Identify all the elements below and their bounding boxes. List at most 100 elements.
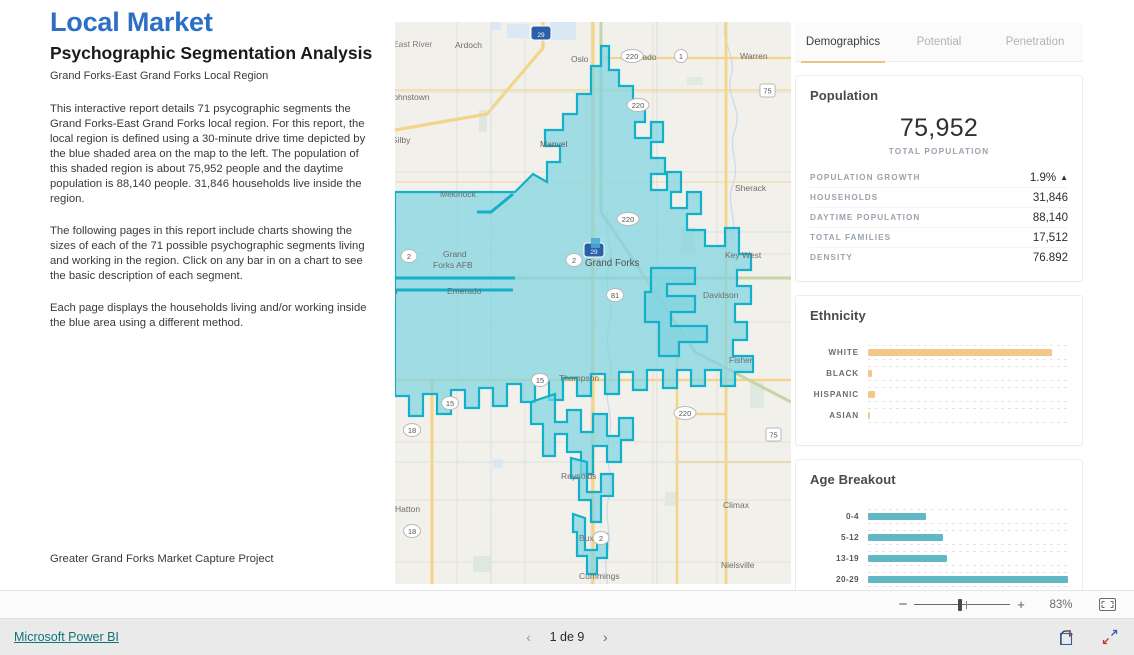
stat-row-households: HOUSEHOLDS 31,846 [810,188,1068,208]
bar-fill[interactable] [868,555,947,562]
bar-row[interactable]: WHITE [810,345,1068,360]
svg-text:Thompson: Thompson [559,373,599,383]
stat-value: 76.892 [1032,251,1068,264]
intro-paragraph-2: The following pages in this report inclu… [50,224,365,282]
svg-text:Fisher: Fisher [729,355,753,365]
bar-track [868,387,1068,402]
bar-fill[interactable] [868,349,1052,356]
powerbi-brand-link[interactable]: Microsoft Power BI [14,630,119,644]
zoom-slider-handle[interactable] [958,598,962,611]
bar-row[interactable]: 20-29 [810,572,1068,587]
powerbi-report-viewer: Local Market Psychographic Segmentation … [0,0,1134,655]
stat-row-total-families: TOTAL FAMILIES 17,512 [810,228,1068,248]
svg-text:Grand: Grand [443,249,467,259]
tab-potential-label: Potential [916,36,962,48]
bar-fill[interactable] [868,534,943,541]
svg-text:Nielsville: Nielsville [721,560,755,570]
svg-text:220: 220 [626,52,639,61]
svg-text:Forks AFB: Forks AFB [433,260,473,270]
trend-up-icon: ▲ [1060,172,1068,182]
svg-text:Johnstown: Johnstown [395,92,430,102]
svg-text:Cummings: Cummings [579,571,620,581]
svg-text:1: 1 [679,52,683,61]
ethnicity-card: Ethnicity WHITE BLACK HISPANIC ASIAN [795,295,1083,446]
svg-text:ila: ila [395,286,398,296]
bar-row[interactable]: ASIAN [810,408,1068,423]
svg-text:Davidson: Davidson [703,290,739,300]
bar-fill[interactable] [868,513,926,520]
stat-row-density: DENSITY 76.892 [810,248,1068,267]
stat-value: 88,140 [1032,211,1068,224]
zoom-slider[interactable] [914,598,1010,612]
bar-row[interactable]: 5-12 [810,530,1068,545]
bar-track [868,551,1068,566]
zoom-in-button[interactable]: + [1012,598,1030,611]
zoom-slider-track [914,604,1010,605]
bar-category-label: WHITE [828,348,859,357]
bar-track [868,572,1068,587]
tab-demographics[interactable]: Demographics [795,22,891,63]
svg-text:East River: East River [395,39,432,49]
zoom-slider-tick [966,600,967,609]
bar-row[interactable]: 13-19 [810,551,1068,566]
svg-text:75: 75 [763,87,771,96]
page-title: Local Market [50,7,213,37]
fullscreen-icon[interactable] [1100,627,1120,647]
svg-text:Key West: Key West [725,250,762,260]
bar-row[interactable]: 0-4 [810,509,1068,524]
svg-text:81: 81 [611,291,619,300]
bar-track [868,345,1068,360]
stat-label: DENSITY [810,253,853,262]
zoom-out-button[interactable]: − [894,597,912,612]
svg-text:15: 15 [446,399,454,408]
bar-track [868,509,1068,524]
population-stat-list: POPULATION GROWTH 1.9% ▲ HOUSEHOLDS 31,8… [810,168,1068,267]
stat-label: POPULATION GROWTH [810,173,921,182]
chevron-left-icon[interactable]: ‹ [522,629,536,645]
tab-penetration-label: Penetration [1005,36,1065,48]
demographics-panel: Demographics Potential Penetration Popul… [795,22,1083,655]
page-navigation: ‹ 1 de 9 › [522,629,613,645]
zoom-percent-label: 83% [1049,598,1073,611]
total-population-label: TOTAL POPULATION [888,146,990,156]
svg-text:Grand Forks: Grand Forks [585,258,640,269]
page-indicator: 1 de 9 [549,630,585,644]
bar-category-label: 0-4 [845,512,859,521]
bar-fill[interactable] [868,370,873,377]
svg-text:Gilby: Gilby [395,135,411,145]
svg-text:220: 220 [622,215,635,224]
bar-category-label: 20-29 [836,575,859,584]
svg-text:2: 2 [407,252,411,261]
chevron-right-icon[interactable]: › [598,629,612,645]
svg-text:29: 29 [590,249,598,256]
stat-row-daytime-population: DAYTIME POPULATION 88,140 [810,208,1068,228]
zoom-toolbar: − + 83% [0,590,1134,619]
bar-fill[interactable] [868,412,871,419]
stat-value: 17,512 [1032,231,1068,244]
stat-row-population-growth: POPULATION GROWTH 1.9% ▲ [810,168,1068,188]
svg-text:Hatton: Hatton [395,504,420,514]
stat-value: 31,846 [1032,191,1068,204]
bar-row[interactable]: HISPANIC [810,387,1068,402]
stat-value: 1.9% ▲ [1030,172,1068,184]
tab-penetration[interactable]: Penetration [987,22,1083,62]
panel-tabs: Demographics Potential Penetration [795,22,1083,63]
age-breakout-card-title: Age Breakout [810,472,896,487]
fit-to-page-icon[interactable] [1094,595,1120,615]
svg-text:Climax: Climax [723,500,750,510]
bar-fill[interactable] [868,576,1068,583]
svg-text:18: 18 [408,527,416,536]
population-card: Population 75,952 TOTAL POPULATION POPUL… [795,75,1083,282]
svg-text:Emerado: Emerado [447,286,482,296]
bar-category-label: HISPANIC [813,390,859,399]
bar-track [868,366,1068,381]
svg-text:Manvel: Manvel [540,139,568,149]
bar-row[interactable]: BLACK [810,366,1068,381]
share-icon[interactable] [1058,627,1078,647]
svg-text:75: 75 [769,431,777,440]
drive-time-map[interactable]: East River Ardoch Oslo Alvarado Warren J… [395,22,791,584]
svg-text:Mekinock: Mekinock [440,189,477,199]
tab-potential[interactable]: Potential [891,22,987,62]
bar-fill[interactable] [868,391,876,398]
ethnicity-card-title: Ethnicity [810,308,866,323]
